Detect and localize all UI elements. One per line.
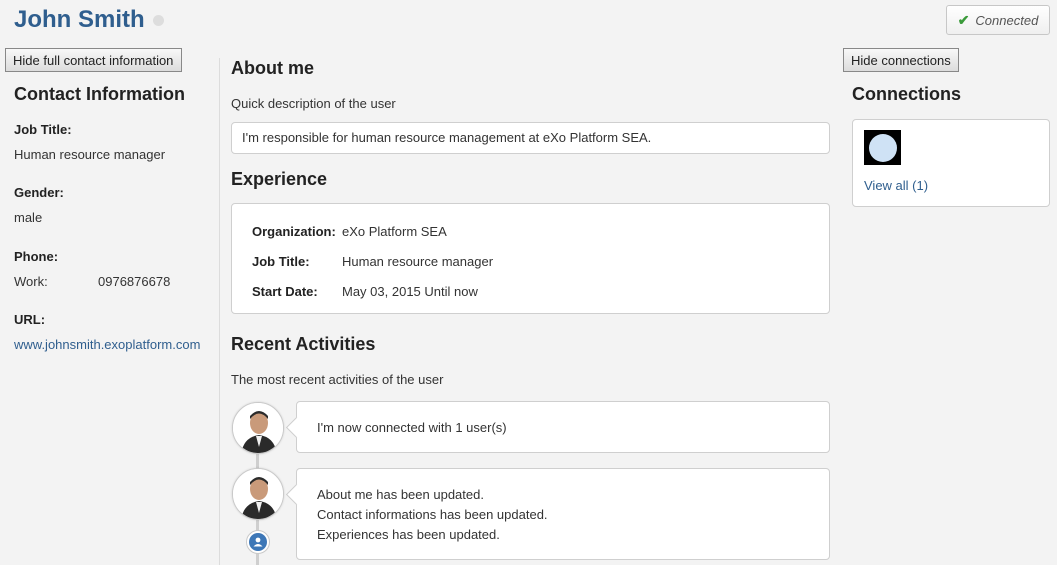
about-heading: About me: [231, 58, 314, 78]
about-card: I'm responsible for human resource manag…: [231, 122, 830, 154]
org-label: Organization:: [252, 223, 336, 239]
check-icon: ✔: [957, 11, 970, 28]
activity-1-text: I'm now connected with 1 user(s): [317, 420, 507, 435]
activity-2-line-1: About me has been updated.: [317, 487, 484, 502]
connections-heading: Connections: [852, 84, 962, 104]
activity-item-1: I'm now connected with 1 user(s): [296, 401, 830, 453]
gender-label: Gender:: [14, 185, 64, 200]
contact-panel: Contact Information Job Title: Human res…: [14, 84, 214, 352]
exp-job-label: Job Title:: [252, 253, 310, 269]
job-title-value: Human resource manager: [14, 147, 166, 162]
gender-value: male: [14, 210, 43, 225]
user-photo-icon: [233, 469, 283, 519]
experience-start-row: Start Date: May 03, 2015 Until now: [252, 281, 809, 301]
org-value: eXo Platform SEA: [342, 223, 447, 239]
connections-card: View all (1): [852, 119, 1050, 207]
connection-avatar[interactable]: [864, 130, 901, 165]
url-label: URL:: [14, 312, 46, 327]
view-all-link[interactable]: View all (1): [864, 178, 928, 193]
activity-2-line-3: Experiences has been updated.: [317, 527, 500, 542]
about-description: Quick description of the user: [231, 96, 396, 111]
activities-description: The most recent activities of the user: [231, 372, 444, 387]
phone-row: Work: 0976876678: [14, 274, 214, 289]
contact-heading: Contact Information: [14, 84, 185, 104]
column-divider: [219, 58, 220, 565]
connected-label: Connected: [975, 12, 1039, 28]
connected-button[interactable]: ✔ Connected: [946, 5, 1050, 35]
profile-name: John Smith: [14, 6, 145, 33]
hide-connections-button[interactable]: Hide connections: [843, 48, 959, 72]
status-dot-icon: [153, 15, 164, 26]
main-panel: About me Quick description of the user I…: [231, 58, 831, 387]
activity-2-line-2: Contact informations has been updated.: [317, 507, 548, 522]
experience-card: Organization: eXo Platform SEA Job Title…: [231, 203, 830, 314]
start-date-value: May 03, 2015 Until now: [342, 283, 478, 299]
experience-job-row: Job Title: Human resource manager: [252, 251, 809, 271]
exp-job-value: Human resource manager: [342, 253, 494, 269]
phone-label: Phone:: [14, 249, 59, 264]
activity-type-badge: [246, 530, 270, 554]
url-link[interactable]: www.johnsmith.exoplatform.com: [14, 337, 214, 352]
activity-avatar[interactable]: [232, 402, 284, 454]
hide-contact-button[interactable]: Hide full contact information: [5, 48, 182, 72]
activity-avatar[interactable]: [232, 468, 284, 520]
avatar-placeholder-icon: [868, 133, 897, 162]
about-text: I'm responsible for human resource manag…: [242, 130, 652, 145]
experience-heading: Experience: [231, 169, 328, 189]
start-date-label: Start Date:: [252, 283, 318, 299]
activities-heading: Recent Activities: [231, 334, 376, 354]
experience-org-row: Organization: eXo Platform SEA: [252, 221, 809, 241]
phone-type: Work:: [14, 274, 48, 289]
activity-item-2: About me has been updated. Contact infor…: [296, 468, 830, 560]
phone-value: 0976876678: [98, 274, 171, 289]
user-profile-icon: [249, 533, 267, 551]
user-photo-icon: [233, 403, 283, 453]
job-title-label: Job Title:: [14, 122, 72, 137]
